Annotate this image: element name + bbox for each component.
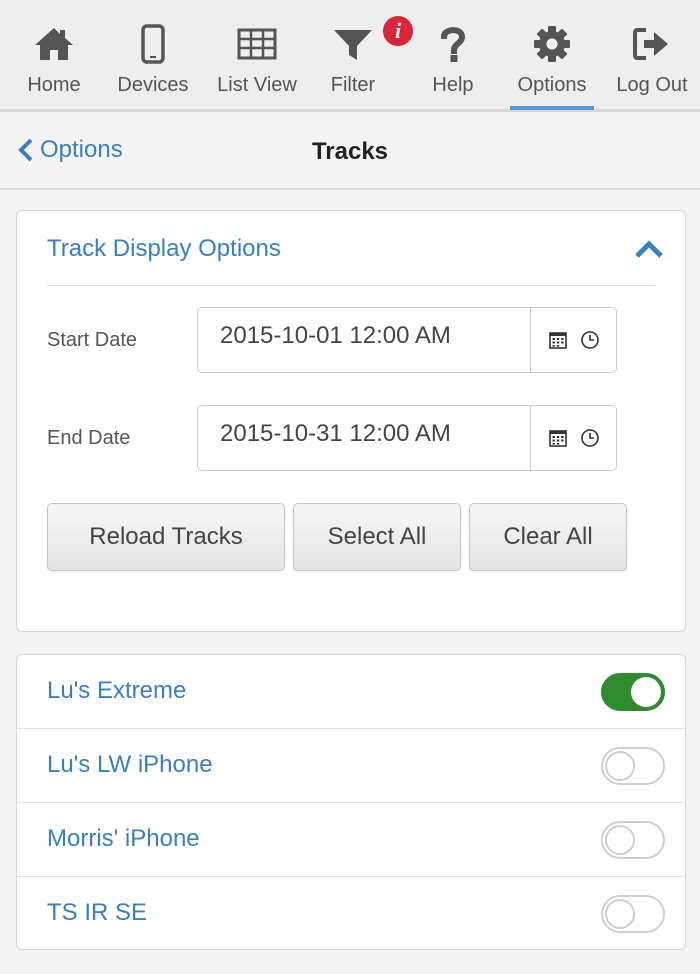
end-date-picker [197, 405, 617, 471]
nav-label-list-view: List View [217, 74, 297, 96]
reload-tracks-button[interactable]: Reload Tracks [47, 503, 285, 571]
clock-icon [580, 429, 599, 447]
nav-label-options: Options [517, 74, 587, 96]
toggle-knob [605, 825, 635, 855]
nav-item-home[interactable]: Home [12, 14, 96, 109]
device-name: Lu's LW iPhone [47, 751, 213, 778]
nav-label-log-out: Log Out [616, 74, 688, 96]
nav-label-devices: Devices [117, 74, 189, 96]
list-item: TS IR SE [17, 877, 685, 951]
page-header: Options Tracks [0, 112, 700, 190]
nav-item-help[interactable]: Help [418, 14, 488, 109]
select-all-button[interactable]: Select All [293, 503, 461, 571]
question-icon [431, 22, 475, 66]
grid-icon [235, 22, 279, 66]
end-date-picker-button[interactable] [530, 406, 616, 470]
start-date-input[interactable] [198, 308, 530, 372]
phone-icon [131, 22, 175, 66]
gear-icon [530, 22, 574, 66]
nav-item-options[interactable]: Options [508, 14, 596, 110]
device-track-list: Lu's Extreme Lu's LW iPhone Morris' iPho… [16, 654, 686, 950]
toggle-knob [631, 677, 661, 707]
home-icon [32, 22, 76, 66]
device-name: Morris' iPhone [47, 825, 200, 852]
nav-item-devices[interactable]: Devices [106, 14, 200, 109]
top-nav-bar: Home Devices List View i Filter Help Opt… [0, 0, 700, 112]
device-name: Lu's Extreme [47, 677, 187, 704]
device-toggle[interactable] [601, 895, 665, 933]
filter-icon: i [331, 14, 415, 66]
calendar-icon [548, 430, 567, 447]
nav-label-home: Home [27, 74, 81, 96]
panel-title[interactable]: Track Display Options [47, 235, 281, 263]
nav-item-list-view[interactable]: List View [206, 14, 308, 109]
start-date-picker-button[interactable] [530, 308, 616, 372]
toggle-knob [605, 751, 635, 781]
nav-label-help: Help [432, 74, 474, 96]
nav-label-filter: Filter [330, 74, 376, 96]
device-name: TS IR SE [47, 899, 148, 926]
start-date-picker [197, 307, 617, 373]
active-tab-indicator [510, 106, 594, 110]
end-date-input[interactable] [198, 406, 530, 470]
info-badge: i [381, 14, 415, 48]
page-title: Tracks [311, 138, 389, 165]
nav-item-filter[interactable]: i Filter [318, 14, 415, 109]
start-date-label: Start Date [47, 329, 138, 351]
list-item: Lu's Extreme [17, 655, 685, 729]
end-date-label: End Date [47, 427, 131, 449]
device-toggle[interactable] [601, 673, 665, 711]
toggle-knob [605, 899, 635, 929]
list-item: Morris' iPhone [17, 803, 685, 877]
clock-icon [580, 331, 599, 349]
clear-all-button[interactable]: Clear All [469, 503, 627, 571]
device-toggle[interactable] [601, 747, 665, 785]
nav-item-log-out[interactable]: Log Out [608, 14, 696, 109]
calendar-icon [548, 332, 567, 349]
track-display-options-panel: Track Display Options Start Date End Dat… [16, 210, 686, 632]
chevron-up-icon[interactable] [635, 239, 663, 259]
panel-divider [47, 285, 655, 286]
device-toggle[interactable] [601, 821, 665, 859]
list-item: Lu's LW iPhone [17, 729, 685, 803]
logout-icon [630, 22, 674, 66]
